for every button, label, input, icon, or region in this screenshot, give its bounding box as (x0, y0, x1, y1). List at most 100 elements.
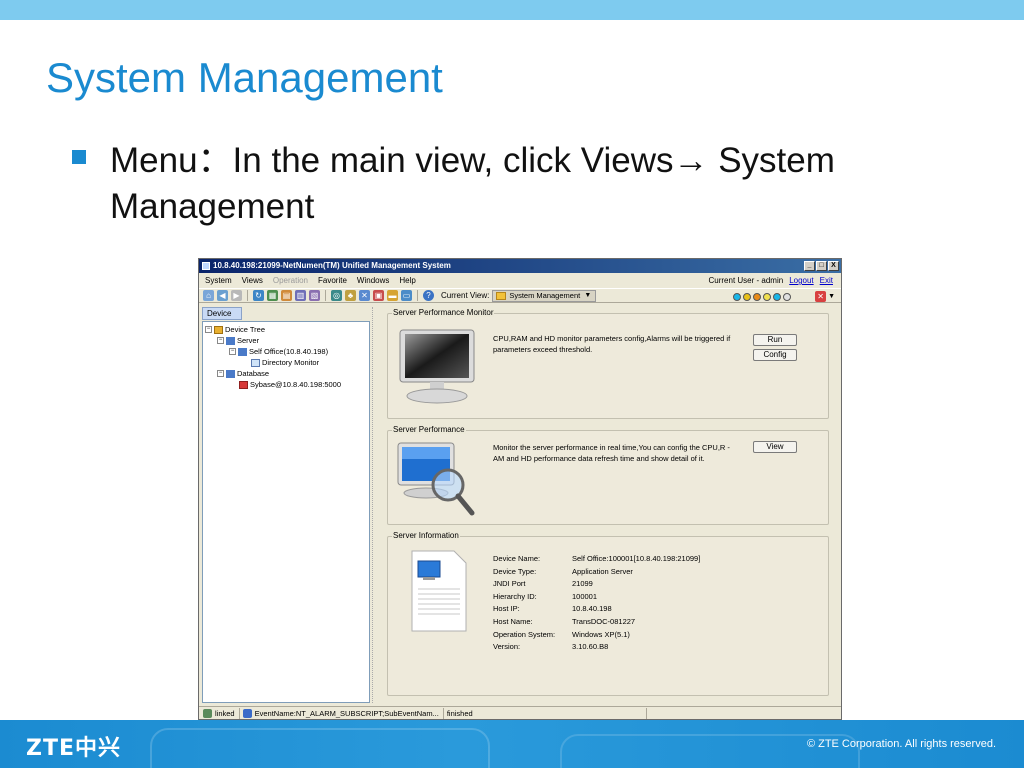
event-status: EventName:NT_ALARM_SUBSCRIPT;SubEventNam… (255, 707, 444, 719)
chevron-down-icon: ▼ (584, 291, 592, 299)
alarm-dot-icon[interactable] (773, 292, 782, 301)
current-view-select[interactable]: System Management ▼ (492, 289, 597, 302)
info-row: Host IP: 10.8.40.198 (493, 604, 612, 614)
database-icon (239, 380, 248, 389)
info-row: Version: 3.10.60.B8 (493, 642, 609, 652)
collapse-icon[interactable]: − (217, 370, 224, 377)
bullet-text: Menu：In the main view, click Views→ Syst… (110, 141, 835, 226)
current-view-label: Current View: (441, 291, 490, 300)
menu-windows[interactable]: Windows (357, 276, 389, 285)
alarm-dot-icon[interactable] (743, 292, 752, 301)
database-group-icon (226, 369, 235, 378)
info-row: Device Name: Self Office:100001[10.8.40.1… (493, 554, 701, 563)
tree-label: Directory Monitor (262, 358, 320, 367)
toolbar-separator (417, 290, 418, 301)
network-icon[interactable]: ◎ (331, 290, 342, 301)
device-tree-panel: − Device Tree − Server − Self Office(10.… (202, 321, 370, 703)
current-view-value: System Management (509, 290, 581, 300)
tree-node-directory-monitor[interactable]: Directory Monitor (251, 358, 319, 367)
window-controls: _ □ X (804, 261, 839, 271)
tree-label: Server (237, 336, 260, 345)
forward-icon[interactable]: ▶ (231, 290, 242, 301)
tree-node-sybase[interactable]: Sybase@10.8.40.198:5000 (239, 380, 341, 389)
help-icon[interactable]: ? (423, 290, 434, 301)
device-tree-icon (214, 325, 223, 334)
server-performance-description: Monitor the server performance in real t… (493, 443, 730, 463)
minimize-button[interactable]: _ (804, 261, 815, 271)
users-icon[interactable]: ♣ (345, 290, 356, 301)
tree-label: Sybase@10.8.40.198:5000 (250, 380, 342, 389)
alarm-dot-icon[interactable] (753, 292, 762, 301)
event-icon (242, 708, 252, 718)
bullet-square-icon (72, 150, 86, 164)
copyright-text: © ZTE Corporation. All rights reserved. (806, 738, 996, 750)
tree-label: Database (237, 369, 270, 378)
server-group-icon (226, 336, 235, 345)
tree-node-database[interactable]: − Database (217, 369, 269, 378)
config-icon[interactable]: ▥ (295, 290, 306, 301)
alarm-indicators: ✕ ▼ (733, 291, 835, 302)
info-row: Hierarchy ID: 100001 (493, 591, 598, 601)
menu-views[interactable]: Views (242, 276, 263, 285)
server-info-table: Device Name: Self Office:100001[10.8.40.1… (493, 553, 700, 654)
toolbar-separator (325, 290, 326, 301)
security-icon[interactable]: ▣ (373, 290, 384, 301)
chevron-down-icon[interactable]: ▼ (828, 293, 835, 300)
monitor-icon (399, 329, 475, 404)
collapse-icon[interactable]: − (217, 337, 224, 344)
alarm-dot-icon[interactable] (763, 292, 772, 301)
server-icon (238, 347, 247, 356)
tree-node-self-office[interactable]: − Self Office(10.8.40.198) (229, 347, 328, 356)
toolbar: ⌂ ◀ ▶ ↻ ▦ ▤ ▥ ▧ ◎ ♣ ✕ ▣ ▬ ▭ ? Current Vi… (199, 288, 841, 303)
tree-node-server[interactable]: − Server (217, 336, 259, 345)
server-monitor-group: Server Performance Monitor CPU,RAM and H… (387, 308, 829, 419)
alarm-dot-icon[interactable] (783, 292, 792, 301)
menu-help[interactable]: Help (399, 276, 415, 285)
back-icon[interactable]: ◀ (217, 290, 228, 301)
window-icon[interactable]: ▭ (401, 290, 412, 301)
monitor-icon (251, 358, 260, 367)
menu-favorite[interactable]: Favorite (318, 276, 347, 285)
alarm-icon[interactable]: ▤ (281, 290, 292, 301)
collapse-icon[interactable]: − (229, 348, 236, 355)
document-icon (411, 550, 467, 632)
slide-footer: ZTE中兴 © ZTE Corporation. All rights rese… (0, 720, 1024, 768)
window-titlebar[interactable]: 10.8.40.198:21099-NetNumen(TM) Unified M… (199, 259, 841, 273)
home-icon[interactable]: ⌂ (203, 290, 214, 301)
zte-logo: ZTE中兴 (26, 736, 121, 761)
maximize-button[interactable]: □ (816, 261, 827, 271)
alarm-dot-icon[interactable] (733, 292, 742, 301)
server-info-group: Server Information Device Name: Self Offi… (387, 531, 829, 696)
app-icon (202, 262, 210, 270)
toolbar-separator (247, 290, 248, 301)
tree-node-device-tree[interactable]: − Device Tree (205, 325, 265, 334)
tab-device[interactable]: Device (202, 307, 242, 320)
tools-icon[interactable]: ✕ (359, 290, 370, 301)
report-icon[interactable]: ▧ (309, 290, 320, 301)
info-row: JNDI Port 21099 (493, 579, 593, 589)
link-status: linked (215, 707, 240, 719)
close-button[interactable]: X (828, 261, 839, 271)
logout-link[interactable]: Logout (789, 276, 813, 285)
slide-top-bar (0, 0, 1024, 20)
menu-system[interactable]: System (205, 276, 232, 285)
panel-splitter[interactable] (372, 307, 378, 703)
collapse-icon[interactable]: − (205, 326, 212, 333)
link-status-icon (203, 708, 212, 718)
exit-link[interactable]: Exit (820, 276, 833, 285)
performance-search-icon (397, 442, 475, 516)
view-button[interactable]: View (753, 441, 797, 453)
window-title: 10.8.40.198:21099-NetNumen(TM) Unified M… (213, 261, 451, 270)
run-button[interactable]: Run (753, 334, 797, 346)
user-area: Current User - admin Logout Exit (709, 276, 834, 285)
config-button[interactable]: Config (753, 349, 797, 361)
system-management-icon (496, 291, 507, 300)
menu-operation[interactable]: Operation (273, 276, 308, 285)
close-view-icon[interactable]: ✕ (815, 291, 827, 302)
status-bar: linked EventName:NT_ALARM_SUBSCRIPT;SubE… (199, 706, 841, 719)
topology-icon[interactable]: ▦ (267, 290, 278, 301)
info-row: Device Type: Application Server (493, 566, 633, 576)
refresh-icon[interactable]: ↻ (253, 290, 264, 301)
folder-icon[interactable]: ▬ (387, 290, 398, 301)
server-performance-group: Server Performance Monitor the server pe… (387, 425, 829, 525)
